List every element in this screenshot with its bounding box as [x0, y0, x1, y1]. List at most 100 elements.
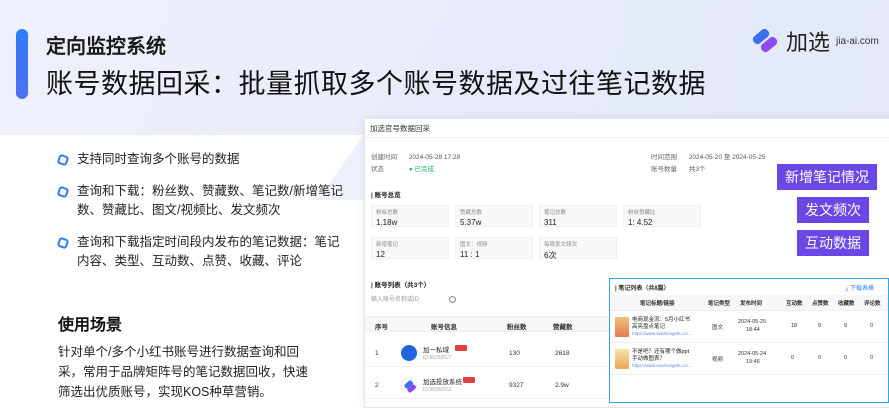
platform-badge-icon — [463, 377, 475, 383]
note-title: 电商现金流：5月小红书高亮盘点笔记 — [632, 317, 691, 330]
row-number: 1 — [375, 350, 379, 357]
note-time: 19:46 — [746, 359, 760, 365]
note-link[interactable]: https://www.xiaohongshu.co… — [632, 363, 692, 368]
note-thumbnail — [615, 317, 629, 337]
table-row[interactable]: 2 加选投放系统 ID:95550552 9327 2.9w — [365, 371, 615, 399]
status-badge: ● 已完成 — [408, 166, 435, 173]
feature-text: 查询和下载指定时间段内发布的笔记数据：笔记内容、类型、互动数、点赞、收藏、评论 — [77, 235, 340, 268]
column-header: 互动数 — [786, 301, 803, 307]
likes-count: 2.9w — [555, 382, 569, 389]
account-count: 账号数量 共3个 — [651, 163, 705, 173]
account-id: ID:86058527 — [423, 355, 452, 361]
brand-domain: jia-ai.com — [836, 35, 879, 47]
usage-text: 针对单个/多个小红书账号进行数据查询和回采，常用于品牌矩阵号的笔记数据回收，快速… — [58, 345, 309, 399]
note-link[interactable]: https://www.xiaohongshu.co… — [632, 331, 692, 336]
stat-label: 笔记总数 — [544, 210, 567, 216]
note-likes: 9 — [818, 323, 822, 329]
stat-label: 图文：视频 — [460, 242, 488, 248]
note-row[interactable]: 不是吧？还有哪个做ppt手动做图表？ https://www.xiaohongs… — [610, 345, 888, 375]
bullet-icon — [56, 185, 70, 199]
created-label: 创建时间 — [371, 154, 397, 161]
column-header: 发布时间 — [740, 301, 763, 307]
eyebrow-title: 定向监控系统 — [46, 36, 166, 58]
feature-item: 查询和下载指定时间段内发布的笔记数据：笔记内容、类型、互动数、点赞、收藏、评论 — [56, 233, 348, 271]
brand-name: 加选 — [786, 30, 831, 55]
overview-title: | 账号总览 — [371, 192, 401, 199]
stat-value: 12 — [376, 250, 385, 259]
tag-new-notes: 新增笔记情况 — [777, 164, 877, 190]
range-value: 2024-05-20 至 2024-05-25 — [688, 154, 766, 161]
stat-value: 311 — [544, 218, 557, 227]
created-value: 2024-05-28 17:28 — [408, 154, 461, 161]
note-likes: 0 — [818, 355, 822, 361]
stat-label: 粉丝赞藏比 — [628, 210, 656, 216]
note-favorites: 9 — [844, 323, 848, 329]
column-header: 笔记标题/链接 — [640, 301, 675, 307]
note-date: 2024-05-24 — [738, 351, 767, 357]
feature-item: 支持同时查询多个账号的数据 — [56, 150, 348, 169]
panel-title: 加选官号数据回采 — [370, 124, 430, 133]
stat-card: 粉丝总数 1.18w — [371, 205, 449, 227]
stat-card: 图文：视频 11 : 1 — [455, 237, 533, 259]
brand: 加选 jia-ai.com — [751, 25, 879, 57]
bullet-icon — [56, 236, 70, 250]
count-label: 账号数量 — [651, 166, 677, 173]
column-header: 点赞数 — [812, 301, 829, 307]
search-placeholder: 输入账号名称或ID — [371, 297, 420, 303]
note-interactions: 18 — [791, 323, 798, 329]
feature-text: 查询和下载：粉丝数、赞藏数、笔记数/新增笔记数、赞藏比、图文/视频比、发文频次 — [77, 184, 343, 217]
time-range: 时间范围 2024-05-20 至 2024-05-25 — [651, 151, 765, 161]
stat-value: 11 : 1 — [460, 250, 480, 259]
stat-card: 每周发文频次 6次 — [539, 237, 617, 260]
stat-card: 笔记总数 311 — [539, 205, 617, 227]
feature-list: 支持同时查询多个账号的数据 查询和下载：粉丝数、赞藏数、笔记数/新增笔记数、赞藏… — [56, 150, 348, 284]
usage-title: 使用场景 — [58, 317, 123, 334]
avatar — [401, 377, 417, 393]
note-row[interactable]: 电商现金流：5月小红书高亮盘点笔记 https://www.xiaohongsh… — [610, 313, 888, 343]
table-header: 序号 账号信息 粉丝数 赞藏数 — [365, 316, 615, 332]
note-comments: 0 — [870, 355, 874, 361]
fans-count: 9327 — [509, 382, 524, 389]
stat-label: 每周发文频次 — [544, 242, 578, 248]
count-value: 共3个 — [688, 166, 706, 173]
bullet-icon — [56, 153, 70, 167]
note-thumbnail — [615, 349, 629, 369]
stat-value: 1: 4.52 — [628, 218, 653, 227]
search-icon[interactable] — [449, 296, 456, 303]
range-label: 时间范围 — [651, 154, 677, 161]
download-button[interactable]: ⤓ 下载表格 — [846, 283, 874, 293]
note-comments: 0 — [870, 323, 874, 329]
stat-value: 6次 — [544, 251, 557, 260]
status-label: 状态 — [371, 166, 384, 173]
column-header: 账号信息 — [431, 324, 457, 331]
search-input[interactable]: 输入账号名称或ID — [371, 294, 461, 306]
divider — [365, 137, 889, 138]
note-type: 视频 — [712, 357, 724, 363]
likes-count: 2618 — [555, 350, 570, 357]
table-row[interactable]: 1 加一私域 ID:86058527 130 2618 — [365, 339, 615, 367]
stat-card: 粉丝赞藏比 1: 4.52 — [623, 205, 701, 227]
account-name: 加一私域 — [423, 347, 449, 354]
column-header: 笔记类型 — [708, 301, 731, 307]
note-favorites: 0 — [844, 355, 848, 361]
column-header: 赞藏数 — [553, 324, 573, 331]
row-number: 2 — [375, 382, 379, 389]
notes-panel: | 笔记列表（共8篇） ⤓ 下载表格 笔记标题/链接 笔记类型 发布时间 互动数… — [609, 278, 889, 403]
column-header: 评论数 — [864, 301, 881, 307]
stat-label: 粉丝总数 — [376, 210, 399, 216]
notes-table-header: 笔记标题/链接 笔记类型 发布时间 互动数 点赞数 收藏数 评论数 — [610, 295, 888, 311]
column-header: 序号 — [375, 324, 388, 331]
stat-label: 新增笔记 — [376, 242, 399, 248]
stat-value: 5.37w — [460, 218, 482, 227]
stat-card: 新增笔记 12 — [371, 237, 449, 259]
status: 状态 ● 已完成 — [371, 163, 434, 173]
feature-item: 查询和下载：粉丝数、赞藏数、笔记数/新增笔记数、赞藏比、图文/视频比、发文频次 — [56, 182, 348, 220]
stat-label: 赞藏总数 — [460, 210, 483, 216]
page-title: 账号数据回采：批量抓取多个账号数据及过往笔记数据 — [46, 69, 706, 99]
column-header: 收藏数 — [838, 301, 855, 307]
list-title: | 账号列表（共3个） — [371, 282, 431, 289]
avatar — [401, 345, 417, 361]
notes-title: | 笔记列表（共8篇） — [615, 286, 670, 292]
feature-text: 支持同时查询多个账号的数据 — [77, 152, 240, 166]
note-interactions: 0 — [791, 355, 795, 361]
